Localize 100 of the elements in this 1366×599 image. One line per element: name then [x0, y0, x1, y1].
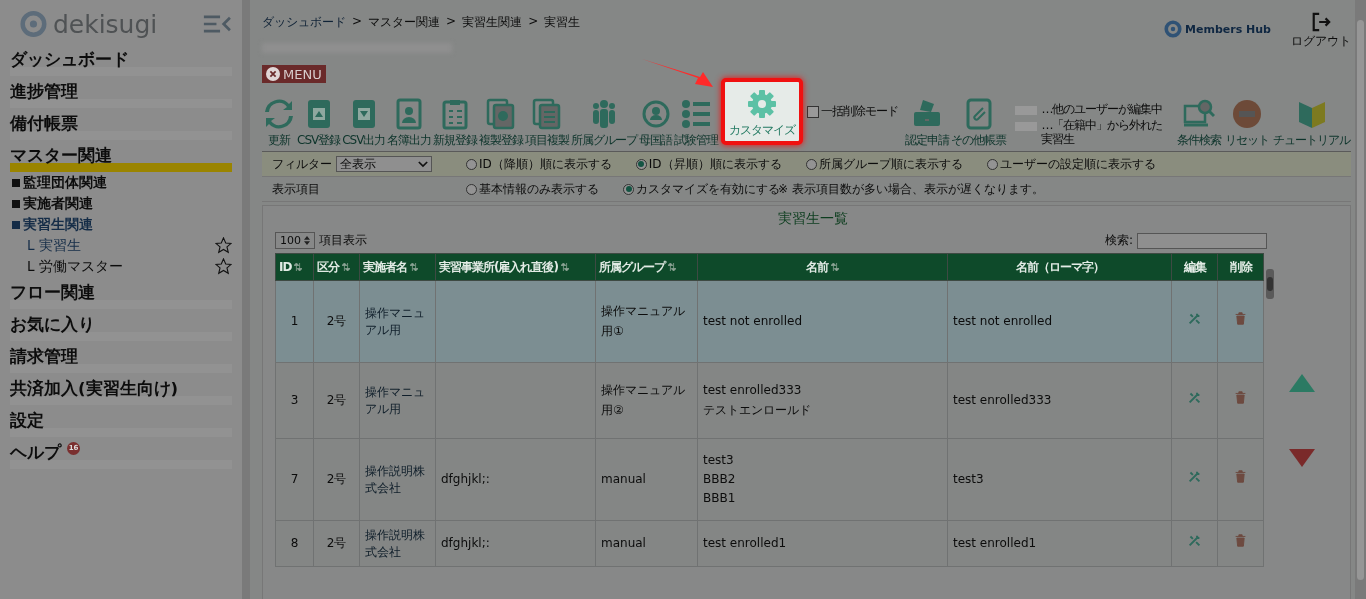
table-cell: 7	[275, 438, 314, 521]
arrow-up-icon[interactable]	[1288, 373, 1316, 393]
page-size-select[interactable]: 100	[275, 232, 315, 249]
star-icon[interactable]	[215, 258, 232, 275]
sort-radio-option[interactable]: ID（昇順）順に表示する	[635, 155, 782, 173]
table-cell: 2号	[313, 520, 360, 567]
toolbar-button[interactable]: 項目複製	[524, 98, 571, 151]
toolbar-button[interactable]: 試験管理	[673, 98, 720, 151]
column-header[interactable]: ID	[275, 253, 314, 281]
toolbar-button[interactable]: CSV出力	[341, 98, 387, 151]
company-link[interactable]: 操作マニュアル用	[359, 362, 436, 439]
search-field[interactable]	[1137, 232, 1267, 249]
radio-button[interactable]	[635, 158, 647, 170]
legend-text: …他のユーザーが編集中	[1041, 102, 1163, 117]
sort-radio-option[interactable]: ID（降順）順に表示する	[466, 155, 612, 173]
breadcrumb-separator: >	[446, 14, 457, 30]
table-cell: test3 BBB2 BBB1	[697, 438, 948, 521]
table-cell: manual	[595, 438, 698, 521]
menu-button[interactable]: MENU	[262, 65, 326, 83]
sort-icon	[668, 262, 676, 271]
table-cell: 8	[275, 520, 314, 567]
table-cell: test3	[947, 438, 1172, 521]
radio-button[interactable]	[466, 158, 477, 170]
table-cell: 2号	[313, 438, 360, 521]
sort-radio-option[interactable]: ユーザーの設定順に表示する	[986, 155, 1156, 173]
tools-icon[interactable]	[1188, 390, 1201, 404]
column-header[interactable]: 実施者名	[359, 253, 436, 281]
table-scrollbar[interactable]	[1266, 269, 1274, 299]
sort-icon	[560, 262, 569, 271]
trash-icon[interactable]	[1234, 533, 1247, 547]
column-header[interactable]: 名前	[697, 253, 948, 281]
toolbar-button[interactable]: カスタマイズ	[721, 78, 804, 145]
tools-icon[interactable]	[1188, 311, 1201, 325]
table-cell: 操作マニュアル用①	[595, 280, 698, 363]
toolbar-button[interactable]: リセット	[1224, 98, 1270, 151]
company-link[interactable]: 操作マニュアル用	[359, 280, 436, 363]
submenu-link[interactable]: L 労働マスター	[27, 257, 123, 276]
tools-icon[interactable]	[1188, 533, 1201, 547]
company-link[interactable]: 操作説明株式会社	[359, 438, 436, 521]
display-radio-option[interactable]: カスタマイズを有効にする	[623, 180, 780, 198]
toolbar-button[interactable]: 複製登録	[478, 98, 525, 151]
radio-button[interactable]	[466, 183, 477, 195]
table-cell: manual	[595, 520, 698, 567]
toolbar-button[interactable]: チュートリアル	[1272, 98, 1351, 151]
search-label: 検索:	[1104, 232, 1133, 249]
breadcrumb-item: 実習生関連	[462, 14, 523, 31]
collapse-menu-icon[interactable]	[203, 14, 232, 34]
sort-icon	[342, 262, 350, 271]
logout-button[interactable]: ログアウト	[1291, 12, 1351, 50]
breadcrumb-link[interactable]: ダッシュボード	[262, 14, 346, 31]
checkbox[interactable]	[807, 105, 820, 118]
display-items-label: 表示項目	[272, 180, 321, 198]
table-cell: dfghjkl;:	[435, 438, 596, 521]
settings-icon	[746, 88, 779, 120]
toolbar-button[interactable]: 母国語	[638, 98, 674, 151]
column-header[interactable]: 区分	[313, 253, 360, 281]
column-header[interactable]: 所属グループ	[595, 253, 698, 281]
toolbar-button[interactable]: 認定申請	[904, 98, 951, 151]
breadcrumb-separator: >	[352, 14, 363, 30]
toolbar-button[interactable]: 所属グループ	[570, 98, 639, 151]
toolbar-button[interactable]: その他帳票	[950, 98, 1008, 151]
toolbar-button[interactable]: 名簿出力	[386, 98, 433, 151]
toolbar-button[interactable]: 新規登録	[432, 98, 479, 151]
brand-logo-icon	[1164, 20, 1183, 38]
radio-button[interactable]	[623, 183, 634, 195]
display-radio-option[interactable]: 基本情報のみ表示する	[466, 180, 599, 198]
tools-icon[interactable]	[1188, 469, 1201, 483]
search-icon	[1183, 98, 1215, 130]
submenu-item[interactable]: 実施者関連	[10, 193, 232, 214]
company-link[interactable]: 操作説明株式会社	[359, 520, 436, 567]
radio-button[interactable]	[986, 158, 998, 170]
logo-text: dekisugi	[52, 9, 158, 39]
toolbar-button[interactable]: 条件検索	[1176, 98, 1222, 151]
close-icon	[266, 67, 280, 81]
radio-button[interactable]	[805, 158, 817, 170]
trash-icon[interactable]	[1234, 311, 1247, 325]
bulk-delete-checkbox[interactable]: 一括削除モード	[807, 103, 899, 120]
column-header: 編集	[1171, 253, 1218, 281]
brand-name: Members Hub	[1185, 22, 1271, 36]
column-header[interactable]: 実習事業所(雇入れ直後)	[435, 253, 596, 281]
submenu-item[interactable]: 監理団体関連	[10, 172, 232, 193]
warning-note: ※ 表示項目数が多い場合、表示が遅くなります。	[778, 180, 1044, 198]
breadcrumb-separator: >	[528, 14, 539, 30]
trash-icon[interactable]	[1234, 390, 1247, 404]
table-cell: test enrolled1	[947, 520, 1172, 567]
toolbar-button[interactable]: CSV登録	[296, 98, 342, 151]
sort-icon	[294, 263, 303, 271]
sort-radio-option[interactable]: 所属グループ順に表示する	[805, 155, 963, 173]
table-cell: 2号	[313, 280, 360, 363]
filter-dropdown[interactable]: 全表示	[336, 156, 432, 172]
page-scrollbar[interactable]	[1355, 0, 1366, 599]
chevron-down-icon	[418, 160, 428, 168]
numbered-list-icon	[680, 98, 713, 130]
star-icon[interactable]	[215, 237, 232, 254]
submenu-link[interactable]: L 実習生	[27, 236, 81, 255]
arrow-down-icon[interactable]	[1288, 448, 1316, 468]
submenu-item[interactable]: 実習生関連	[10, 214, 232, 235]
minus-circle-icon	[1231, 98, 1263, 130]
toolbar-button[interactable]: 更新	[262, 98, 296, 151]
trash-icon[interactable]	[1234, 469, 1247, 483]
